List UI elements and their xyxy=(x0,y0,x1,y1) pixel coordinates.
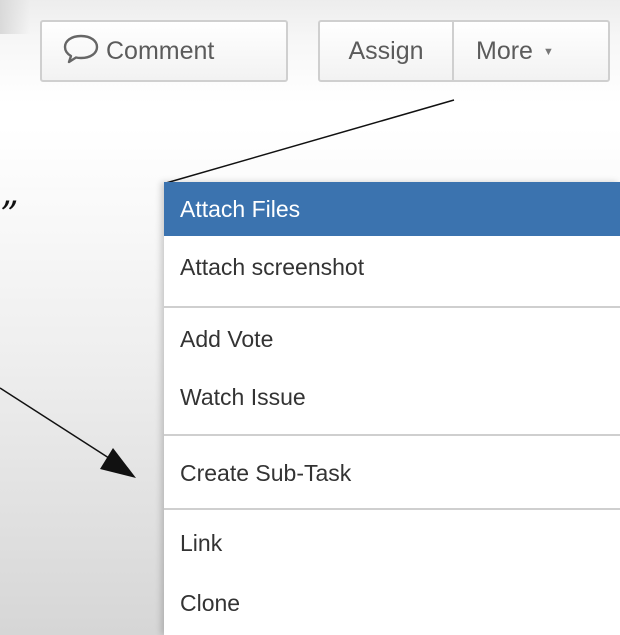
menu-item-clone[interactable]: Clone xyxy=(164,576,620,630)
menu-item-create-sub-task[interactable]: Create Sub-Task xyxy=(164,446,620,500)
page: Comment Assign More ▼ ” Attach Files Atta… xyxy=(0,0,620,635)
menu-item-attach-screenshot[interactable]: Attach screenshot xyxy=(164,240,620,294)
more-dropdown-menu: Attach Files Attach screenshot Add Vote … xyxy=(164,182,620,635)
more-button[interactable]: More ▼ xyxy=(452,20,610,82)
caret-down-icon: ▼ xyxy=(542,46,554,59)
issue-toolbar: Comment Assign More ▼ xyxy=(0,0,620,104)
assign-button-label: Assign xyxy=(348,37,424,65)
menu-divider xyxy=(164,306,620,308)
menu-divider xyxy=(164,508,620,510)
more-button-label: More xyxy=(476,37,533,65)
menu-item-add-vote[interactable]: Add Vote xyxy=(164,312,620,366)
callout-line xyxy=(165,99,455,184)
toolbar-shadow xyxy=(0,0,30,34)
menu-divider xyxy=(164,434,620,436)
menu-item-watch-issue[interactable]: Watch Issue xyxy=(164,370,620,424)
menu-item-link[interactable]: Link xyxy=(164,516,620,570)
assign-button[interactable]: Assign xyxy=(318,20,454,82)
arrow-head-icon xyxy=(100,448,136,478)
comment-button[interactable]: Comment xyxy=(40,20,288,82)
comment-button-label: Comment xyxy=(106,37,215,65)
action-button-group: Assign More ▼ xyxy=(318,20,610,82)
arrow-shaft xyxy=(0,387,113,461)
quote-mark: ” xyxy=(0,195,19,236)
menu-item-attach-files[interactable]: Attach Files xyxy=(164,182,620,236)
speech-bubble-icon xyxy=(63,35,99,64)
